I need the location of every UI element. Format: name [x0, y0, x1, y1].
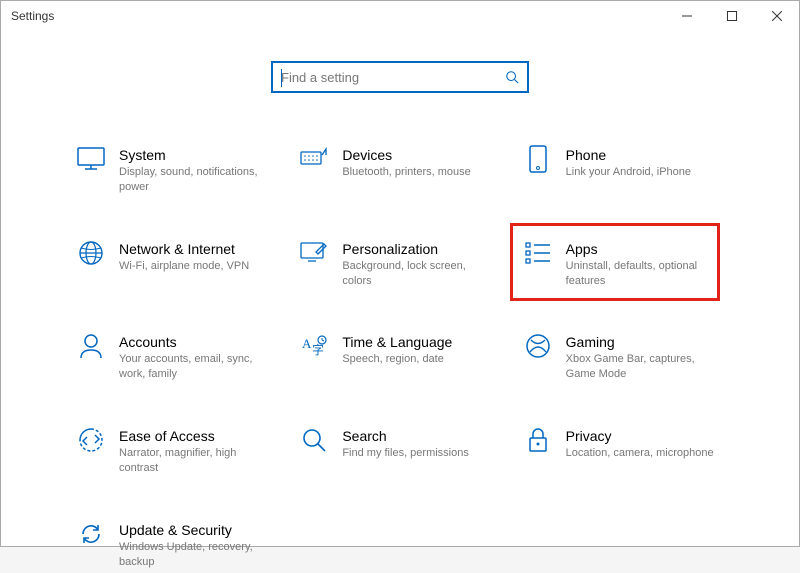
sync-icon	[77, 520, 105, 548]
tile-title: Time & Language	[342, 334, 499, 350]
tile-subtitle: Narrator, magnifier, high contrast	[119, 446, 269, 476]
tile-title: Network & Internet	[119, 241, 276, 257]
content-area: System Display, sound, notifications, po…	[1, 31, 799, 573]
tile-privacy[interactable]: Privacy Location, camera, microphone	[518, 422, 729, 480]
tile-title: Ease of Access	[119, 428, 276, 444]
magnifier-icon	[300, 426, 328, 454]
tile-phone[interactable]: Phone Link your Android, iPhone	[518, 141, 729, 199]
search-wrap	[71, 61, 729, 93]
categories-grid: System Display, sound, notifications, po…	[71, 141, 729, 573]
globe-icon	[77, 239, 105, 267]
tile-title: Accounts	[119, 334, 276, 350]
search-box[interactable]	[271, 61, 529, 93]
tile-apps[interactable]: Apps Uninstall, defaults, optional featu…	[518, 235, 729, 293]
lock-icon	[524, 426, 552, 454]
minimize-button[interactable]	[664, 1, 709, 31]
titlebar: Settings	[1, 1, 799, 31]
tile-subtitle: Link your Android, iPhone	[566, 165, 716, 180]
tile-subtitle: Display, sound, notifications, power	[119, 165, 269, 195]
svg-text:A: A	[302, 336, 312, 351]
window-title: Settings	[11, 9, 54, 23]
tile-network[interactable]: Network & Internet Wi-Fi, airplane mode,…	[71, 235, 282, 293]
tile-update-security[interactable]: Update & Security Windows Update, recove…	[71, 516, 282, 573]
tile-subtitle: Bluetooth, printers, mouse	[342, 165, 492, 180]
tile-subtitle: Speech, region, date	[342, 352, 492, 367]
tile-title: Apps	[566, 241, 723, 257]
tile-title: Search	[342, 428, 499, 444]
tile-title: System	[119, 147, 276, 163]
xbox-icon	[524, 332, 552, 360]
ease-of-access-icon	[77, 426, 105, 454]
settings-window: Settings	[0, 0, 800, 547]
tile-subtitle: Find my files, permissions	[342, 446, 492, 461]
tile-title: Update & Security	[119, 522, 276, 538]
keyboard-icon	[300, 145, 328, 173]
tile-title: Devices	[342, 147, 499, 163]
window-controls	[664, 1, 799, 31]
tile-title: Personalization	[342, 241, 499, 257]
tile-title: Gaming	[566, 334, 723, 350]
display-icon	[77, 145, 105, 173]
tile-subtitle: Location, camera, microphone	[566, 446, 716, 461]
close-button[interactable]	[754, 1, 799, 31]
phone-icon	[524, 145, 552, 173]
language-icon: A字	[300, 332, 328, 360]
tile-subtitle: Wi-Fi, airplane mode, VPN	[119, 259, 269, 274]
tile-subtitle: Xbox Game Bar, captures, Game Mode	[566, 352, 716, 382]
text-caret	[281, 69, 282, 87]
person-icon	[77, 332, 105, 360]
tile-title: Phone	[566, 147, 723, 163]
tile-subtitle: Uninstall, defaults, optional features	[566, 259, 716, 289]
maximize-button[interactable]	[709, 1, 754, 31]
apps-list-icon	[524, 239, 552, 267]
tile-personalization[interactable]: Personalization Background, lock screen,…	[294, 235, 505, 293]
tile-system[interactable]: System Display, sound, notifications, po…	[71, 141, 282, 199]
search-input[interactable]	[281, 70, 505, 85]
tile-ease-of-access[interactable]: Ease of Access Narrator, magnifier, high…	[71, 422, 282, 480]
tile-subtitle: Windows Update, recovery, backup	[119, 540, 269, 570]
tile-subtitle: Your accounts, email, sync, work, family	[119, 352, 269, 382]
search-icon	[505, 70, 519, 84]
tile-devices[interactable]: Devices Bluetooth, printers, mouse	[294, 141, 505, 199]
tile-subtitle: Background, lock screen, colors	[342, 259, 492, 289]
tile-time-language[interactable]: A字 Time & Language Speech, region, date	[294, 328, 505, 386]
tile-title: Privacy	[566, 428, 723, 444]
tile-accounts[interactable]: Accounts Your accounts, email, sync, wor…	[71, 328, 282, 386]
tile-gaming[interactable]: Gaming Xbox Game Bar, captures, Game Mod…	[518, 328, 729, 386]
tile-search[interactable]: Search Find my files, permissions	[294, 422, 505, 480]
paintbrush-icon	[300, 239, 328, 267]
